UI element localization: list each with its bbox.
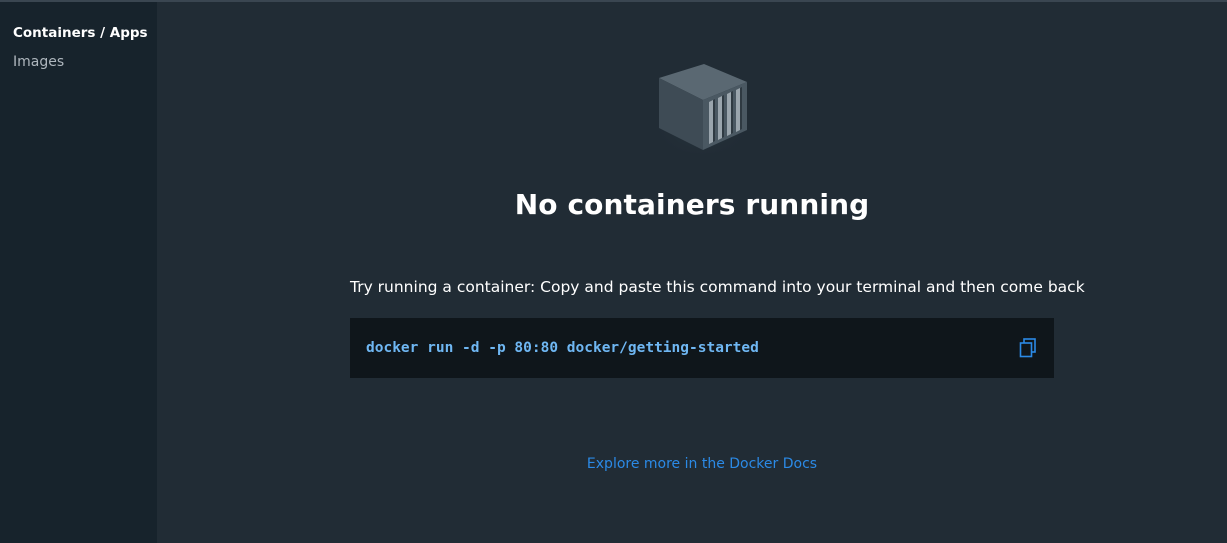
docker-dashboard: Containers / Apps Images No containers r… — [0, 0, 1227, 543]
page-title: No containers running — [514, 188, 870, 221]
docs-link-label[interactable]: Explore more in the Docker Docs — [587, 456, 817, 472]
docker-docs-link[interactable]: Explore more in the Docker Docs — [157, 456, 1227, 472]
sidebar-item-label: Containers / Apps — [13, 25, 148, 41]
command-box: docker run -d -p 80:80 docker/getting-st… — [350, 318, 1054, 378]
sidebar-item-containers-apps[interactable]: Containers / Apps — [0, 23, 157, 52]
sidebar-item-images[interactable]: Images — [0, 52, 157, 81]
sidebar: Containers / Apps Images — [0, 2, 157, 543]
instruction-text: Try running a container: Copy and paste … — [350, 278, 1085, 296]
main-content: No containers running Try running a cont… — [157, 2, 1227, 543]
copy-icon — [1019, 338, 1036, 358]
command-text[interactable]: docker run -d -p 80:80 docker/getting-st… — [366, 340, 1018, 356]
container-icon — [647, 56, 757, 156]
copy-button[interactable] — [1018, 338, 1038, 358]
sidebar-item-label: Images — [13, 54, 65, 70]
